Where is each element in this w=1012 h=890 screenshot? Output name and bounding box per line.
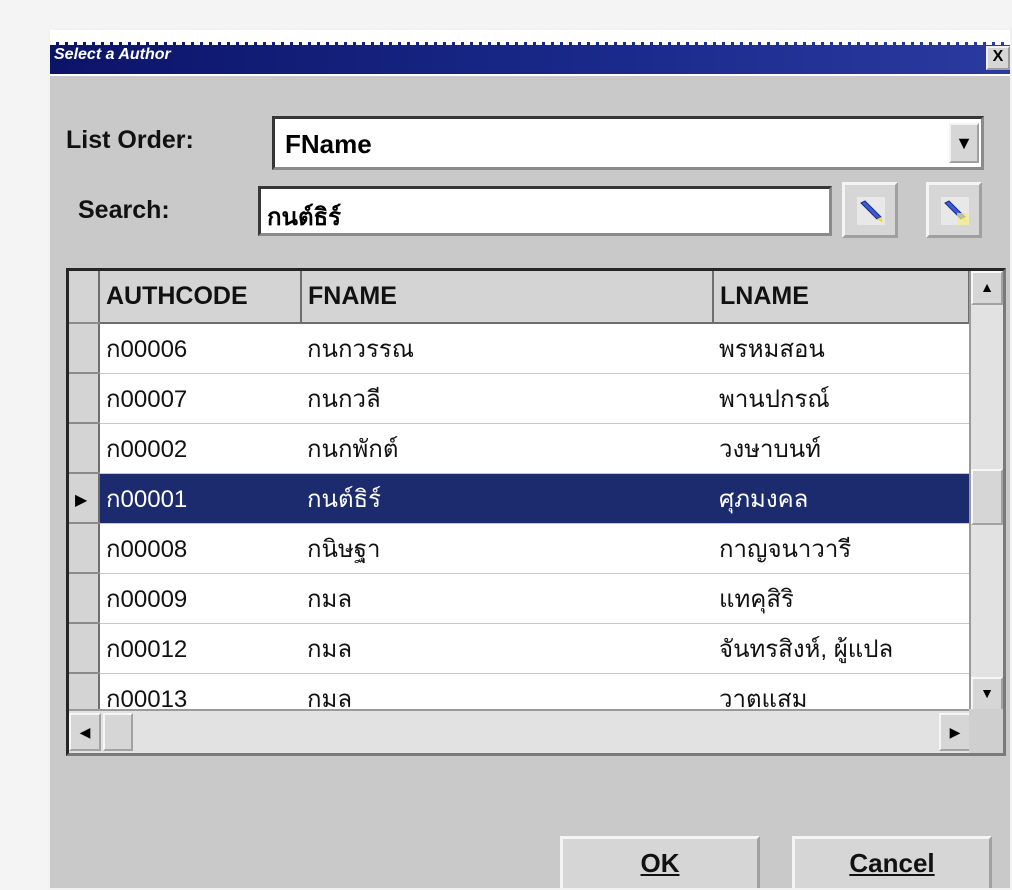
- scroll-down-icon[interactable]: ▼: [971, 677, 1003, 711]
- author-grid[interactable]: AUTHCODE FNAME LNAME ก00006 กนกวรรณ พรหม…: [66, 268, 1006, 756]
- cancel-button[interactable]: Cancel: [792, 836, 992, 888]
- chevron-down-icon[interactable]: ▼: [949, 123, 979, 163]
- pencil-search-icon: [857, 197, 885, 225]
- title-bar-band: [50, 42, 1010, 74]
- column-header-fname[interactable]: FNAME: [301, 271, 714, 324]
- cell-fname: กมล: [301, 573, 713, 624]
- row-selector[interactable]: [69, 573, 100, 624]
- row-selector[interactable]: [69, 323, 100, 374]
- cell-lname: พรหมสอน: [713, 323, 969, 374]
- table-row[interactable]: ก00008 กนิษฐา กาญจนาวารี: [69, 523, 969, 574]
- cell-authcode: ก00001: [99, 473, 301, 524]
- cell-authcode: ก00002: [99, 423, 301, 474]
- cell-lname: วงษาบนท์: [713, 423, 969, 474]
- cell-authcode: ก00008: [99, 523, 301, 574]
- pencil-search-next-icon: [941, 197, 969, 225]
- row-pointer-icon: ▶: [75, 492, 88, 509]
- row-selector[interactable]: [69, 423, 100, 474]
- search-input[interactable]: กนต์ธิร์: [258, 186, 832, 236]
- cell-lname: ศุภมงคล: [713, 473, 969, 524]
- cell-lname: พานปกรณ์: [713, 373, 969, 424]
- cell-lname: แทคุสิริ: [713, 573, 969, 624]
- horizontal-scroll-thumb[interactable]: [103, 713, 133, 751]
- table-row-selected[interactable]: ▶ ก00001 กนต์ธิร์ ศุภมงคล: [69, 473, 969, 524]
- column-header-authcode[interactable]: AUTHCODE: [99, 271, 302, 324]
- cell-fname: กนต์ธิร์: [301, 473, 713, 524]
- ok-button[interactable]: OK: [560, 836, 760, 888]
- cell-authcode: ก00006: [99, 323, 301, 374]
- table-row[interactable]: ก00012 กมล จันทรสิงห์, ผู้แปล: [69, 623, 969, 674]
- search-label: Search:: [78, 196, 170, 224]
- cell-lname: จันทรสิงห์, ผู้แปล: [713, 623, 969, 674]
- cell-authcode: ก00007: [99, 373, 301, 424]
- scroll-left-icon[interactable]: ◀: [69, 713, 101, 751]
- scroll-up-icon[interactable]: ▲: [971, 271, 1003, 305]
- vertical-scrollbar[interactable]: ▲ ▼: [969, 271, 1003, 711]
- cell-authcode: ก00012: [99, 623, 301, 674]
- column-header-lname[interactable]: LNAME: [713, 271, 970, 324]
- list-order-select[interactable]: FName ▼: [272, 116, 984, 170]
- row-selector[interactable]: [69, 523, 100, 574]
- cell-fname: กนกพักต์: [301, 423, 713, 474]
- row-selector-current[interactable]: ▶: [69, 473, 100, 524]
- table-row[interactable]: ก00006 กนกวรรณ พรหมสอน: [69, 323, 969, 374]
- row-selector[interactable]: [69, 623, 100, 674]
- table-row[interactable]: ก00002 กนกพักต์ วงษาบนท์: [69, 423, 969, 474]
- window-title: Select a Author: [54, 46, 171, 63]
- cell-authcode: ก00009: [99, 573, 301, 624]
- horizontal-scrollbar[interactable]: ◀ ▶: [69, 709, 971, 753]
- cell-fname: กมล: [301, 623, 713, 674]
- title-bar[interactable]: Select a Author X: [50, 30, 1010, 76]
- grid-header-row: AUTHCODE FNAME LNAME: [69, 271, 970, 324]
- list-order-value: FName: [285, 129, 372, 159]
- cell-fname: กนกวลี: [301, 373, 713, 424]
- cell-fname: กนิษฐา: [301, 523, 713, 574]
- vertical-scroll-thumb[interactable]: [971, 469, 1003, 525]
- table-row[interactable]: ก00009 กมล แทคุสิริ: [69, 573, 969, 624]
- find-next-button[interactable]: [926, 182, 982, 238]
- scrollbar-corner: [969, 709, 1003, 753]
- scroll-right-icon[interactable]: ▶: [939, 713, 971, 751]
- select-author-dialog: Select a Author X List Order: FName ▼ Se…: [48, 28, 1012, 890]
- close-button[interactable]: X: [986, 46, 1010, 70]
- row-header-corner: [69, 271, 100, 324]
- table-row[interactable]: ก00007 กนกวลี พานปกรณ์: [69, 373, 969, 424]
- cell-fname: กนกวรรณ: [301, 323, 713, 374]
- list-order-label: List Order:: [66, 126, 194, 154]
- cell-lname: กาญจนาวารี: [713, 523, 969, 574]
- find-button[interactable]: [842, 182, 898, 238]
- row-selector[interactable]: [69, 373, 100, 424]
